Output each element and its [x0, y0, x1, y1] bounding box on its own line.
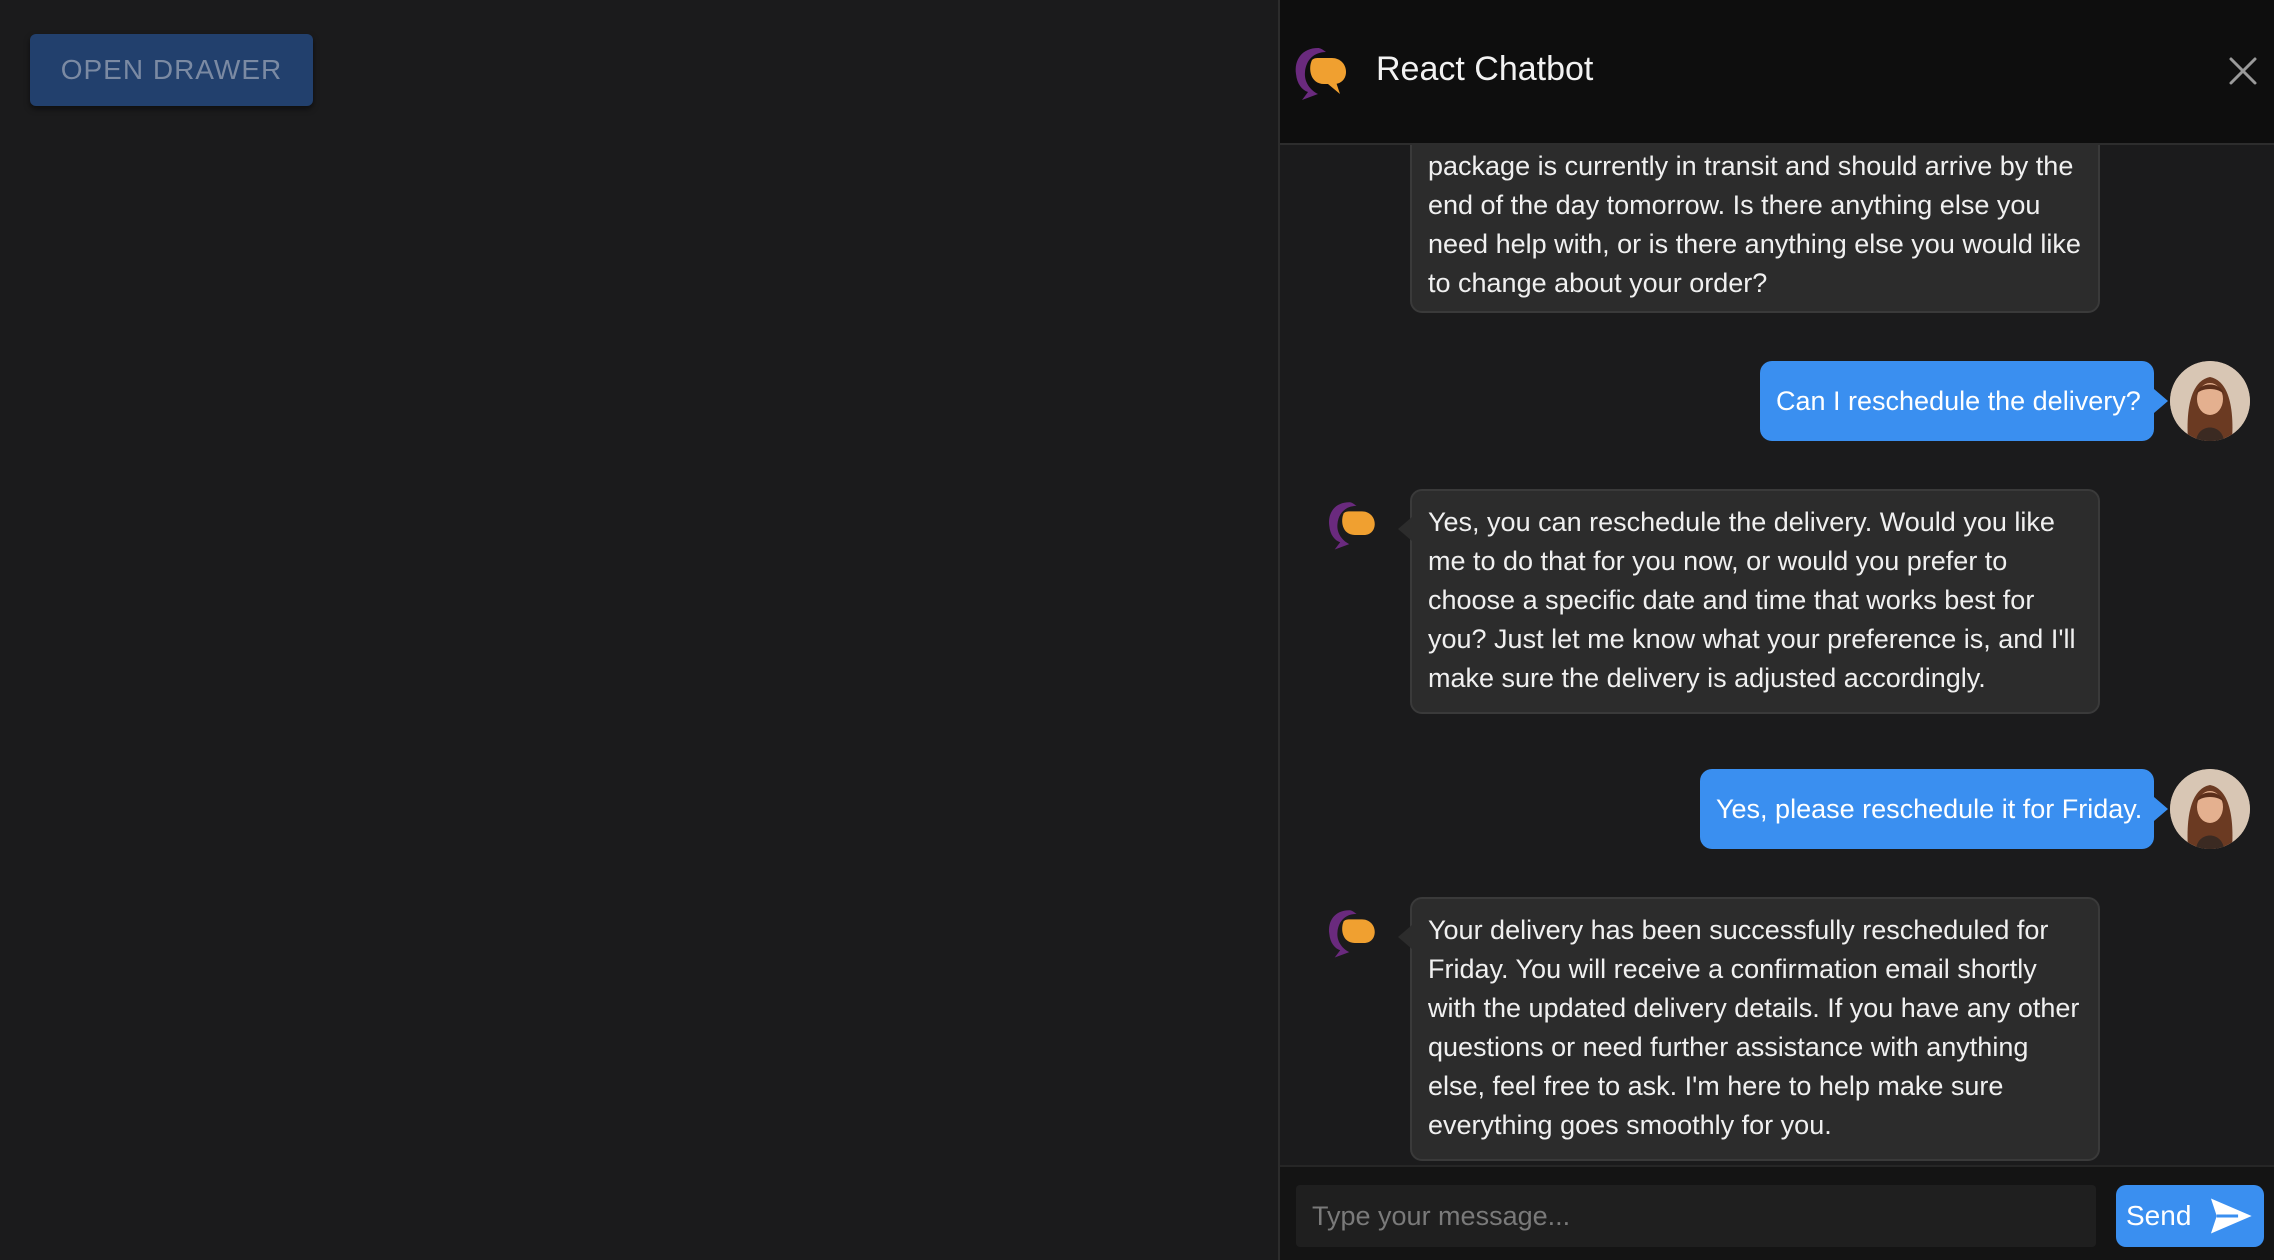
user-message: Yes, please reschedule it for Friday.: [1700, 769, 2168, 849]
main-area: OPEN DRAWER: [0, 0, 1278, 1260]
bot-bubble-tail: [1398, 517, 1412, 541]
chatbot-logo-icon: [1295, 48, 1346, 100]
open-drawer-button[interactable]: OPEN DRAWER: [30, 34, 313, 106]
bot-message-text: Your delivery has been successfully resc…: [1428, 915, 2080, 1140]
bot-bubble-tail: [1398, 925, 1412, 949]
user-avatar: [2170, 361, 2250, 441]
user-avatar-icon: [2170, 769, 2250, 849]
chatbot-title: React Chatbot: [1376, 50, 1594, 88]
bot-message: Your delivery has been successfully resc…: [1398, 897, 2100, 1161]
message-input[interactable]: [1296, 1185, 2096, 1247]
chatbot-drawer: React Chatbot package is currently in tr…: [1278, 0, 2274, 1260]
send-button[interactable]: Send: [2116, 1185, 2264, 1247]
user-avatar: [2170, 769, 2250, 849]
user-bubble-tail: [2154, 797, 2168, 821]
user-bubble-tail: [2154, 389, 2168, 413]
message-list[interactable]: package is currently in transit and shou…: [1280, 145, 2274, 1165]
send-arrow-icon: [2211, 1198, 2253, 1234]
bot-avatar-icon: [1328, 910, 1375, 958]
bot-message: package is currently in transit and shou…: [1410, 145, 2100, 313]
page: OPEN DRAWER React Chatbot package is cur…: [0, 0, 2274, 1260]
chatbot-header: React Chatbot: [1280, 0, 2274, 145]
bot-message-text: package is currently in transit and shou…: [1428, 151, 2081, 298]
bot-message-text: Yes, you can reschedule the delivery. Wo…: [1428, 507, 2076, 693]
user-message: Can I reschedule the delivery?: [1760, 361, 2168, 441]
close-icon[interactable]: [2228, 56, 2258, 86]
user-message-text: Yes, please reschedule it for Friday.: [1716, 793, 2143, 824]
bot-message: Yes, you can reschedule the delivery. Wo…: [1398, 489, 2100, 714]
message-input-bar: Send: [1280, 1165, 2274, 1260]
send-button-label: Send: [2126, 1200, 2192, 1231]
user-avatar-icon: [2170, 361, 2250, 441]
bot-avatar-icon: [1328, 502, 1375, 550]
user-message-text: Can I reschedule the delivery?: [1776, 385, 2141, 416]
